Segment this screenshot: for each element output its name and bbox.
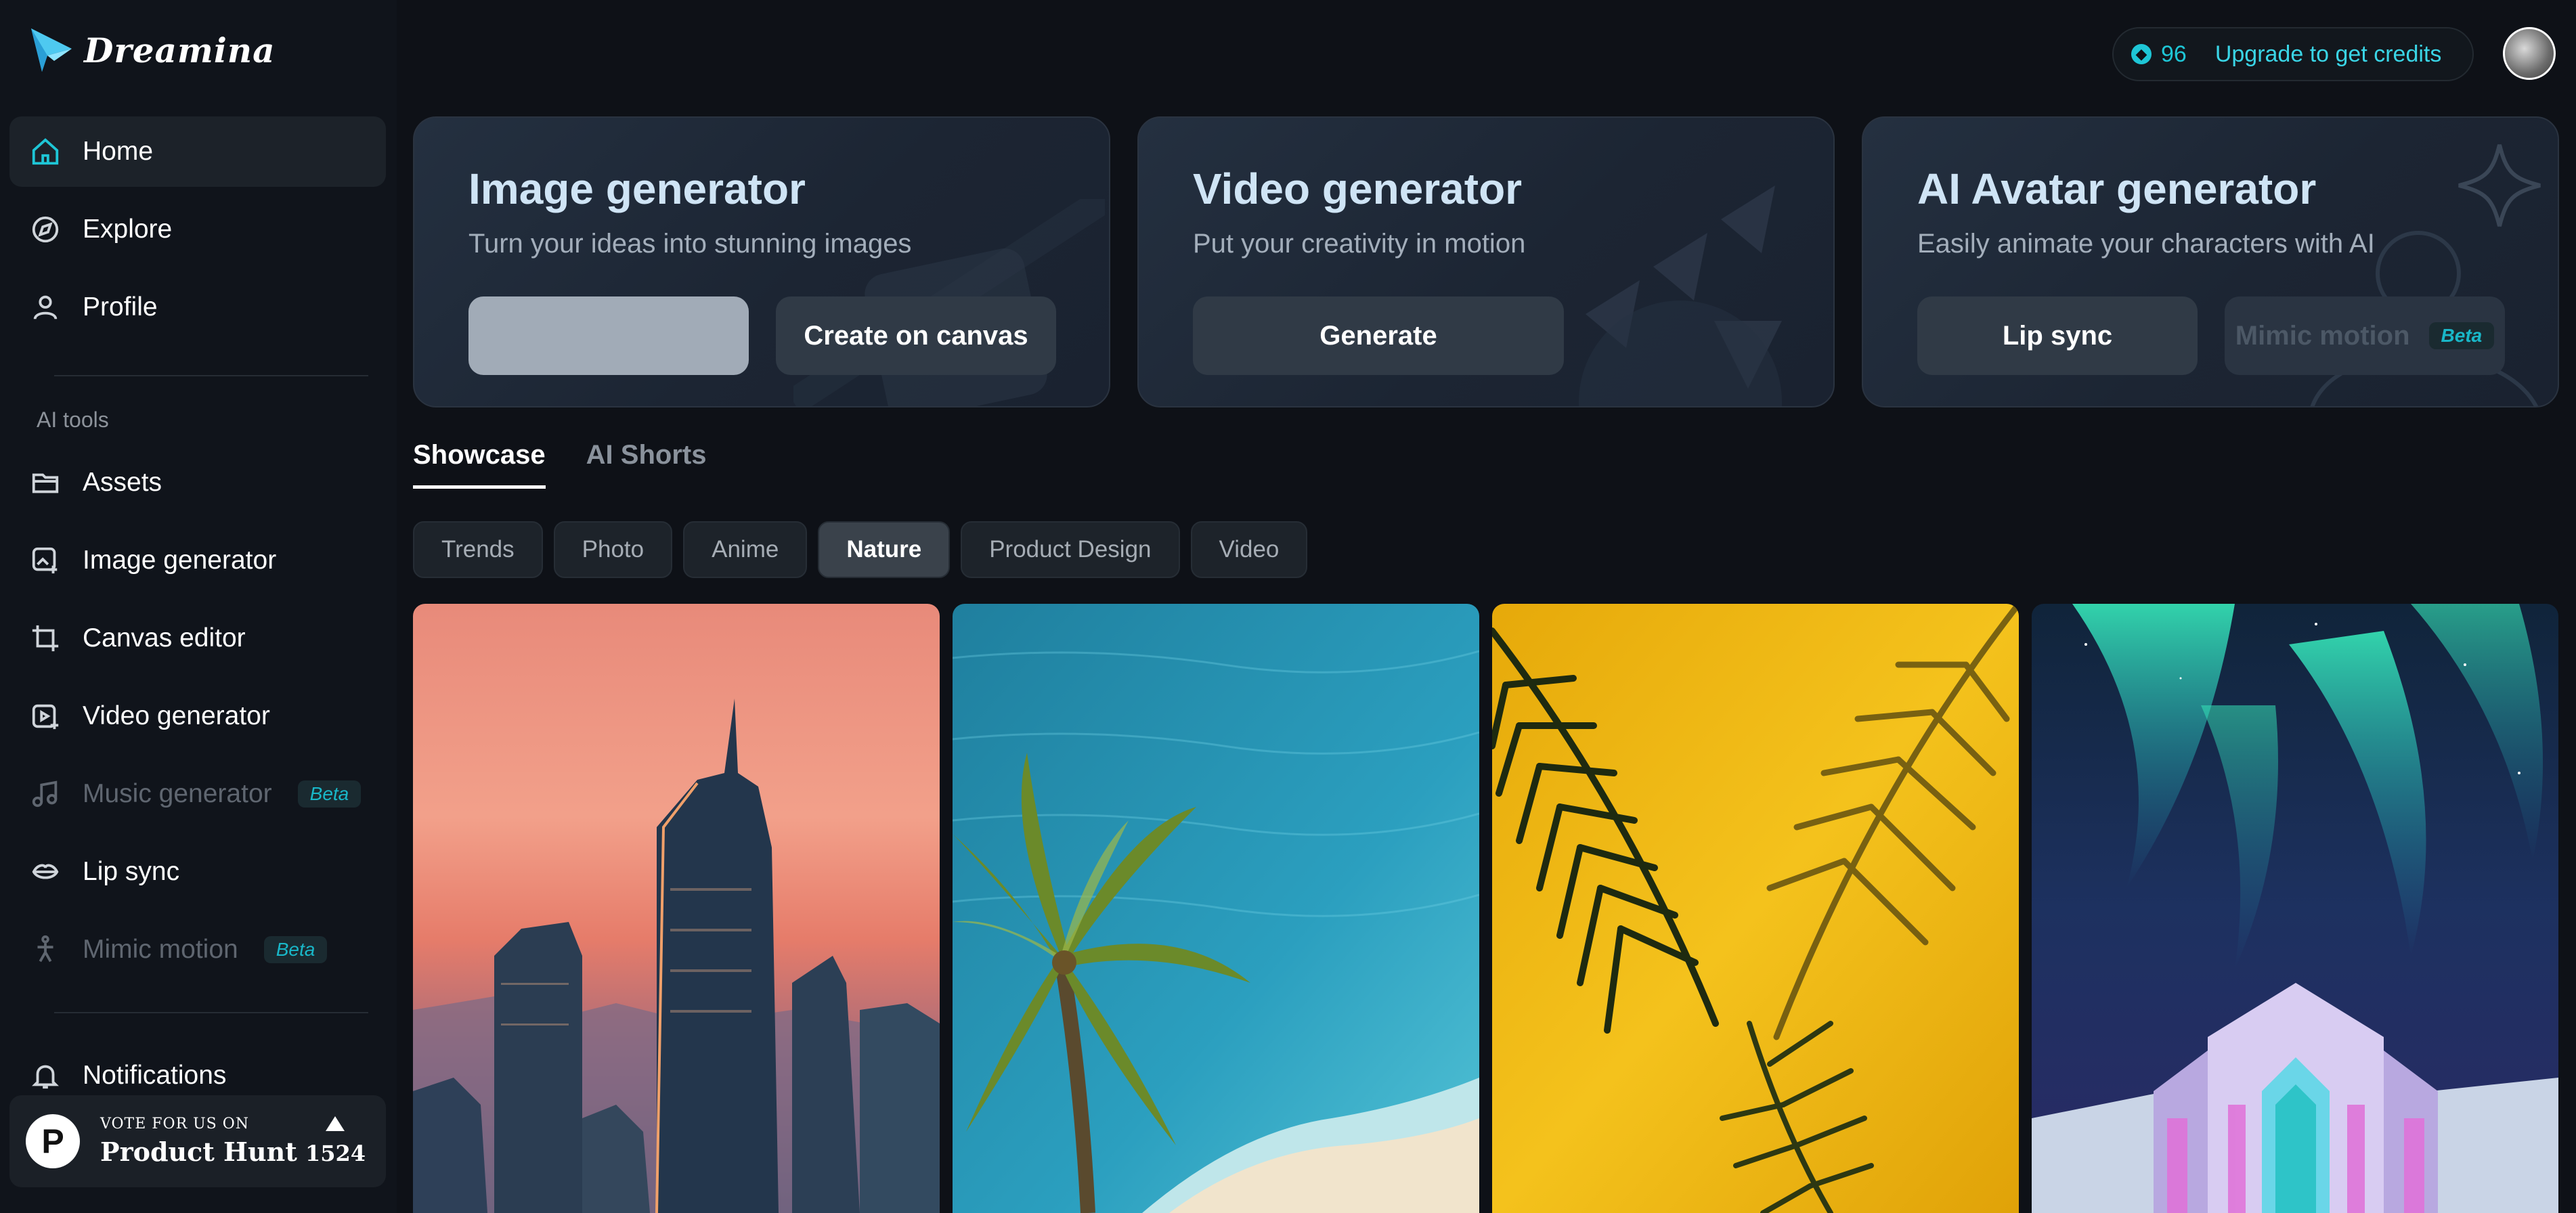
filter-chip-product-design[interactable]: Product Design <box>961 521 1180 578</box>
generate-image-button[interactable] <box>468 296 749 375</box>
music-icon <box>28 777 62 811</box>
ai-avatar-generator-card[interactable]: AI Avatar generator Easily animate your … <box>1862 116 2559 407</box>
user-icon <box>28 290 62 324</box>
sidebar-item-assets[interactable]: Assets <box>9 447 386 518</box>
image-gen-icon <box>28 544 62 577</box>
product-hunt-text: VOTE FOR US ON Product Hunt <box>100 1116 305 1167</box>
sidebar-item-music-generator[interactable]: Music generator Beta <box>9 759 386 829</box>
gallery-item-palm-shadow[interactable] <box>1492 604 2019 1213</box>
video-gen-icon <box>28 699 62 733</box>
section-label-ai-tools: AI tools <box>37 407 109 432</box>
card-title: Image generator <box>468 164 806 213</box>
sidebar-item-image-generator[interactable]: Image generator <box>9 525 386 596</box>
gallery-item-palm-beach[interactable] <box>953 604 1479 1213</box>
sidebar-divider <box>54 375 368 376</box>
mimic-motion-icon <box>28 933 62 967</box>
home-icon <box>28 135 62 169</box>
upgrade-link[interactable]: Upgrade to get credits <box>2215 41 2442 68</box>
crop-icon <box>28 621 62 655</box>
beta-badge: Beta <box>297 780 362 808</box>
city-skyline-image <box>413 604 940 1213</box>
sidebar-item-lip-sync[interactable]: Lip sync <box>9 837 386 907</box>
app-name: Dreamina <box>84 30 276 70</box>
product-hunt-card[interactable]: P VOTE FOR US ON Product Hunt 1524 <box>9 1095 386 1187</box>
card-subtitle: Put your creativity in motion <box>1193 229 1526 259</box>
lip-sync-button[interactable]: Lip sync <box>1917 296 2198 375</box>
palm-shadow-image <box>1492 604 2019 1213</box>
sidebar-item-home[interactable]: Home <box>9 116 386 187</box>
compass-icon <box>28 213 62 246</box>
category-filters: Trends Photo Anime Nature Product Design… <box>413 521 1308 578</box>
video-generator-card[interactable]: Video generator Put your creativity in m… <box>1137 116 1835 407</box>
credit-icon: ◆ <box>2131 44 2152 64</box>
credit-count: 96 <box>2161 41 2187 67</box>
gallery-item-aurora-ice-palace[interactable] <box>2032 604 2558 1213</box>
sidebar-item-label: Notifications <box>83 1061 227 1090</box>
sidebar-nav: Home Explore Profile AI tools Assets Ima… <box>9 116 386 1118</box>
beta-badge: Beta <box>2428 322 2495 349</box>
sidebar-item-label: Canvas editor <box>83 623 246 653</box>
product-hunt-logo: P <box>26 1114 80 1168</box>
sidebar-item-label: Home <box>83 137 154 166</box>
sidebar-item-profile[interactable]: Profile <box>9 272 386 343</box>
generate-video-button[interactable]: Generate <box>1193 296 1564 375</box>
sidebar-item-video-generator[interactable]: Video generator <box>9 681 386 751</box>
filter-chip-photo[interactable]: Photo <box>553 521 673 578</box>
sidebar-item-label: Assets <box>83 468 162 497</box>
sidebar-item-canvas-editor[interactable]: Canvas editor <box>9 603 386 674</box>
sidebar-item-explore[interactable]: Explore <box>9 194 386 265</box>
sidebar-item-mimic-motion[interactable]: Mimic motion Beta <box>9 914 386 985</box>
sidebar-item-label: Profile <box>83 292 158 322</box>
tab-showcase[interactable]: Showcase <box>413 440 546 489</box>
sidebar-item-label: Explore <box>83 215 173 244</box>
sidebar-item-label: Image generator <box>83 546 277 575</box>
gallery-item-city-skyline[interactable] <box>413 604 940 1213</box>
logo[interactable]: Dreamina <box>27 26 276 74</box>
aurora-ice-palace-image <box>2032 604 2558 1213</box>
upvote-count: 1524 <box>305 1141 366 1166</box>
sidebar: Dreamina Home Explore Profile AI tools A… <box>0 0 397 1213</box>
avatar[interactable] <box>2503 27 2556 80</box>
filter-chip-nature[interactable]: Nature <box>818 521 951 578</box>
card-title: AI Avatar generator <box>1917 164 2317 213</box>
sidebar-item-label: Mimic motion <box>83 935 238 964</box>
tab-ai-shorts[interactable]: AI Shorts <box>586 440 707 489</box>
card-title: Video generator <box>1193 164 1523 213</box>
card-subtitle: Turn your ideas into stunning images <box>468 229 912 259</box>
create-on-canvas-button[interactable]: Create on canvas <box>776 296 1056 375</box>
mimic-motion-label: Mimic motion <box>2235 320 2410 351</box>
vote-text: VOTE FOR US ON <box>100 1116 250 1132</box>
bell-icon <box>28 1059 62 1093</box>
filter-chip-video[interactable]: Video <box>1190 521 1308 578</box>
mimic-motion-button[interactable]: Mimic motion Beta <box>2225 296 2505 375</box>
sidebar-item-label: Lip sync <box>83 857 180 886</box>
content-tabs: Showcase AI Shorts <box>413 440 706 489</box>
sidebar-item-label: Video generator <box>83 701 270 730</box>
credits-pill[interactable]: ◆ 96 Upgrade to get credits <box>2112 27 2474 81</box>
sidebar-divider <box>54 1012 368 1013</box>
lip-sync-icon <box>28 855 62 889</box>
showcase-gallery <box>413 604 2559 1213</box>
filter-chip-anime[interactable]: Anime <box>683 521 808 578</box>
beta-badge: Beta <box>263 936 328 963</box>
card-decoration <box>1579 185 1782 406</box>
palm-beach-image <box>953 604 1479 1213</box>
filter-chip-trends[interactable]: Trends <box>413 521 543 578</box>
upvote-triangle-icon <box>326 1116 345 1131</box>
product-hunt-name: Product Hunt <box>100 1137 297 1167</box>
upvote[interactable]: 1524 <box>305 1116 366 1166</box>
folder-icon <box>28 466 62 500</box>
dreamina-logo-icon <box>31 28 72 72</box>
image-generator-card[interactable]: Image generator Turn your ideas into stu… <box>413 116 1110 407</box>
sidebar-item-label: Music generator <box>83 779 272 808</box>
card-subtitle: Easily animate your characters with AI <box>1917 229 2375 259</box>
